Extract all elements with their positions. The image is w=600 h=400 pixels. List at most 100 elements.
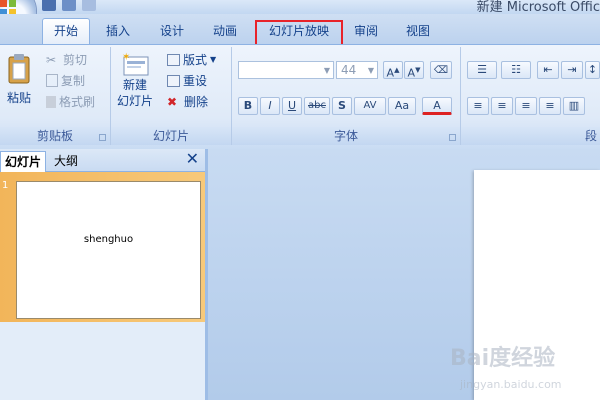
clipboard-group: 粘贴 ✂ 剪切 复制 格式刷 剪贴板 xyxy=(0,47,111,145)
increase-indent-icon: ⇥ xyxy=(567,63,577,76)
layout-label: 版式 xyxy=(183,53,208,67)
font-dialog-launcher[interactable] xyxy=(449,134,456,141)
delete-icon: ✖ xyxy=(167,94,178,109)
columns-icon: ▥ xyxy=(568,99,580,112)
cut-button[interactable]: ✂ 剪切 xyxy=(46,51,87,68)
numbering-icon: ☷ xyxy=(511,63,521,76)
slide-number: 1 xyxy=(2,180,9,191)
new-slide-label-2: 幻灯片 xyxy=(117,94,154,108)
paragraph-group: ☰ ☷ ⇤ ⇥ ↕ ≡ ≡ ≡ ≡ ▥ 段 xyxy=(461,47,600,145)
decrease-indent-icon: ⇤ xyxy=(543,63,553,76)
slides-group: ✶ 新建 幻灯片 版式 ▼ 重设 ✖ 删除 幻灯片 xyxy=(111,47,232,145)
align-center-icon: ≡ xyxy=(497,99,507,112)
line-spacing-button[interactable]: ↕ xyxy=(585,61,600,79)
tab-view[interactable]: 视图 xyxy=(398,20,438,42)
clipboard-group-label: 剪贴板 xyxy=(0,127,110,145)
underline-button[interactable]: U xyxy=(282,97,302,115)
text-shadow-button[interactable]: S xyxy=(332,97,352,115)
scissors-icon: ✂ xyxy=(46,52,57,67)
delete-button[interactable]: ✖ 删除 xyxy=(167,93,208,110)
tab-animations[interactable]: 动画 xyxy=(203,20,247,42)
tab-slides-pane[interactable]: 幻灯片 xyxy=(0,151,47,172)
format-painter-button[interactable]: 格式刷 xyxy=(46,93,95,110)
baidu-watermark: Bai度经验 jingyan.baidu.com xyxy=(450,340,600,400)
tab-review[interactable]: 审阅 xyxy=(346,20,386,42)
font-group: ▼ 44 ▼ A▲ A▼ ⌫ B I U abc S AV Aa A 字体 xyxy=(232,47,461,145)
justify-button[interactable]: ≡ xyxy=(539,97,561,115)
chevron-down-icon: ▼ xyxy=(210,55,217,64)
align-right-button[interactable]: ≡ xyxy=(515,97,537,115)
eraser-icon: ⌫ xyxy=(433,65,449,76)
paste-button[interactable]: 粘贴 xyxy=(6,53,32,106)
paragraph-group-label: 段 xyxy=(461,127,600,145)
redo-icon[interactable] xyxy=(82,0,96,11)
tab-outline-pane[interactable]: 大纲 xyxy=(50,151,82,171)
new-slide-label-1: 新建 xyxy=(123,78,148,92)
cut-label: 剪切 xyxy=(63,53,88,67)
format-painter-label: 格式刷 xyxy=(59,95,96,109)
tab-design[interactable]: 设计 xyxy=(150,20,194,42)
layout-icon xyxy=(167,53,180,66)
align-center-button[interactable]: ≡ xyxy=(491,97,513,115)
align-right-icon: ≡ xyxy=(521,99,531,112)
brush-icon xyxy=(46,95,56,108)
paste-icon xyxy=(8,54,30,84)
change-case-button[interactable]: Aa xyxy=(388,97,416,115)
font-family-combo[interactable]: ▼ xyxy=(238,61,334,79)
clipboard-dialog-launcher[interactable] xyxy=(99,134,106,141)
pane-tabs: 幻灯片 大纲 ✕ xyxy=(0,149,205,172)
slide-thumbnail[interactable]: shenghuo xyxy=(16,181,201,319)
paste-label: 粘贴 xyxy=(6,91,31,105)
italic-button[interactable]: I xyxy=(260,97,280,115)
decrease-indent-button[interactable]: ⇤ xyxy=(537,61,559,79)
justify-icon: ≡ xyxy=(545,99,555,112)
title-bar: 新建 Microsoft Offic xyxy=(0,0,600,15)
close-icon[interactable]: ✕ xyxy=(186,150,199,168)
font-size-value: 44 xyxy=(341,63,357,77)
copy-label: 复制 xyxy=(61,74,86,88)
slides-outline-pane: 幻灯片 大纲 ✕ 1 shenghuo xyxy=(0,149,208,400)
grow-font-button[interactable]: A▲ xyxy=(383,61,403,80)
tab-home[interactable]: 开始 xyxy=(42,18,90,45)
chevron-down-icon: ▼ xyxy=(323,66,330,75)
reset-button[interactable]: 重设 xyxy=(167,72,207,89)
font-size-combo[interactable]: 44 ▼ xyxy=(336,61,378,79)
undo-icon[interactable] xyxy=(62,0,76,11)
delete-label: 删除 xyxy=(184,95,209,109)
reset-label: 重设 xyxy=(183,74,208,88)
clear-formatting-button[interactable]: ⌫ xyxy=(430,61,452,79)
font-group-label: 字体 xyxy=(232,127,460,145)
copy-icon xyxy=(46,74,58,87)
ribbon: 粘贴 ✂ 剪切 复制 格式刷 剪贴板 ✶ 新建 幻灯片 版式 ▼ 重设 ✖ 删除… xyxy=(0,44,600,150)
window-title: 新建 Microsoft Offic xyxy=(476,0,600,15)
watermark-text: Bai度经验 xyxy=(450,346,556,371)
increase-indent-button[interactable]: ⇥ xyxy=(561,61,583,79)
strikethrough-button[interactable]: abc xyxy=(304,97,330,115)
tab-insert[interactable]: 插入 xyxy=(96,20,140,42)
columns-button[interactable]: ▥ xyxy=(563,97,585,115)
slides-group-label: 幻灯片 xyxy=(111,127,231,145)
selected-slide-row[interactable]: 1 shenghuo xyxy=(0,172,205,322)
layout-button[interactable]: 版式 ▼ xyxy=(167,51,216,68)
font-color-button[interactable]: A xyxy=(422,97,452,115)
svg-text:✶: ✶ xyxy=(122,52,130,63)
align-left-icon: ≡ xyxy=(473,99,483,112)
new-slide-icon: ✶ xyxy=(122,52,149,76)
bullets-button[interactable]: ☰ xyxy=(467,61,497,79)
numbering-button[interactable]: ☷ xyxy=(501,61,531,79)
bullets-icon: ☰ xyxy=(477,63,487,76)
line-spacing-icon: ↕ xyxy=(587,63,598,76)
quick-access-toolbar xyxy=(42,0,96,11)
save-icon[interactable] xyxy=(42,0,56,11)
copy-button[interactable]: 复制 xyxy=(46,72,85,89)
chevron-down-icon: ▼ xyxy=(367,66,374,75)
align-left-button[interactable]: ≡ xyxy=(467,97,489,115)
reset-icon xyxy=(167,74,180,87)
ribbon-tab-row: 开始 插入 设计 动画 幻灯片放映 审阅 视图 xyxy=(0,14,600,52)
bold-button[interactable]: B xyxy=(238,97,258,115)
character-spacing-button[interactable]: AV xyxy=(354,97,386,115)
watermark-url: jingyan.baidu.com xyxy=(460,378,562,391)
new-slide-button[interactable]: ✶ 新建 幻灯片 xyxy=(117,51,153,109)
thumbnail-text: shenghuo xyxy=(83,234,134,245)
shrink-font-button[interactable]: A▼ xyxy=(404,61,424,80)
